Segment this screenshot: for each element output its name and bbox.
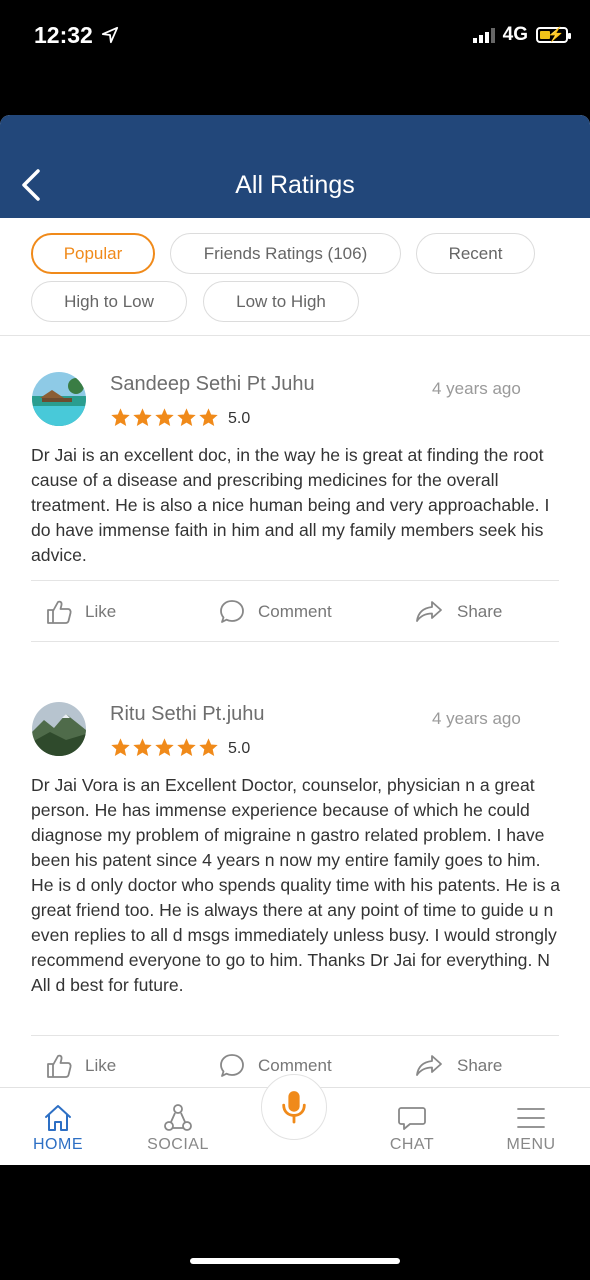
like-label: Like bbox=[85, 602, 117, 621]
nav-home-label: HOME bbox=[33, 1136, 83, 1153]
thumbs-up-icon bbox=[47, 1054, 72, 1078]
filter-chip-high-to-low[interactable]: High to Low bbox=[31, 281, 187, 322]
star-icon bbox=[177, 738, 196, 756]
filter-chips: Popular Friends Ratings (106) Recent Hig… bbox=[0, 218, 590, 336]
nav-home[interactable]: HOME bbox=[13, 1102, 103, 1154]
star-icon bbox=[133, 408, 152, 426]
network-type: 4G bbox=[502, 24, 528, 45]
reviewer-name[interactable]: Ritu Sethi Pt.juhu bbox=[110, 703, 265, 726]
star-icon bbox=[111, 408, 130, 426]
battery-charging-icon: ⚡ bbox=[536, 26, 571, 43]
divider bbox=[31, 1035, 559, 1036]
share-label: Share bbox=[457, 1056, 503, 1075]
avatar[interactable] bbox=[32, 702, 86, 756]
star-rating bbox=[110, 737, 219, 758]
comment-button[interactable]: Comment bbox=[218, 598, 332, 626]
comment-button[interactable]: Comment bbox=[218, 1052, 332, 1080]
share-icon bbox=[416, 1055, 442, 1076]
app-screen: All Ratings Popular Friends Ratings (106… bbox=[0, 115, 590, 1165]
chat-icon bbox=[398, 1107, 426, 1130]
home-indicator[interactable] bbox=[190, 1258, 400, 1264]
share-label: Share bbox=[457, 602, 503, 621]
rating-value: 5.0 bbox=[228, 410, 251, 427]
filter-chip-popular[interactable]: Popular bbox=[31, 233, 155, 274]
review-time: 4 years ago bbox=[432, 709, 521, 728]
status-bar: 12:32 4G ⚡ bbox=[0, 0, 590, 115]
filter-chip-recent[interactable]: Recent bbox=[416, 233, 535, 274]
divider bbox=[31, 641, 559, 642]
comment-icon bbox=[220, 600, 244, 623]
nav-social-label: SOCIAL bbox=[147, 1136, 209, 1153]
star-icon bbox=[199, 738, 218, 756]
reviewer-name[interactable]: Sandeep Sethi Pt Juhu bbox=[110, 373, 315, 396]
social-icon bbox=[164, 1104, 192, 1131]
thumbs-up-icon bbox=[47, 600, 72, 624]
review-text: Dr Jai Vora is an Excellent Doctor, coun… bbox=[31, 775, 561, 995]
comment-label: Comment bbox=[258, 602, 332, 621]
app-header: All Ratings bbox=[0, 115, 590, 218]
voice-search-button[interactable] bbox=[261, 1074, 327, 1140]
comment-label: Comment bbox=[258, 1056, 332, 1075]
star-rating bbox=[110, 407, 219, 428]
like-button[interactable]: Like bbox=[45, 1052, 116, 1080]
bottom-nav: HOME SOCIAL CHAT MENU bbox=[0, 1074, 590, 1165]
microphone-icon bbox=[282, 1091, 306, 1124]
filter-chip-low-to-high[interactable]: Low to High bbox=[203, 281, 359, 322]
nav-menu[interactable]: MENU bbox=[486, 1102, 576, 1154]
divider bbox=[31, 580, 559, 581]
review-card: Ritu Sethi Pt.juhu 4 years ago 5.0 Dr Ja… bbox=[0, 666, 590, 1096]
rating-value: 5.0 bbox=[228, 740, 251, 757]
status-time: 12:32 bbox=[34, 22, 93, 48]
menu-icon bbox=[517, 1108, 545, 1128]
nav-menu-label: MENU bbox=[506, 1136, 556, 1153]
star-icon bbox=[133, 738, 152, 756]
star-icon bbox=[199, 408, 218, 426]
review-time: 4 years ago bbox=[432, 379, 521, 398]
avatar[interactable] bbox=[32, 372, 86, 426]
like-label: Like bbox=[85, 1056, 117, 1075]
signal-icon bbox=[472, 27, 495, 43]
review-card: Sandeep Sethi Pt Juhu 4 years ago 5.0 Dr… bbox=[0, 336, 590, 656]
page-title: All Ratings bbox=[235, 171, 355, 199]
share-icon bbox=[416, 601, 442, 622]
comment-icon bbox=[220, 1054, 244, 1077]
star-icon bbox=[155, 738, 174, 756]
nav-social[interactable]: SOCIAL bbox=[133, 1102, 223, 1154]
share-button[interactable]: Share bbox=[413, 598, 502, 626]
star-icon bbox=[155, 408, 174, 426]
star-icon bbox=[177, 408, 196, 426]
filter-chip-friends-ratings[interactable]: Friends Ratings (106) bbox=[170, 233, 401, 274]
location-arrow-icon bbox=[101, 26, 119, 44]
nav-chat-label: CHAT bbox=[389, 1136, 435, 1153]
share-button[interactable]: Share bbox=[413, 1052, 502, 1080]
review-text: Dr Jai is an excellent doc, in the way h… bbox=[31, 445, 550, 565]
star-icon bbox=[111, 738, 130, 756]
nav-chat[interactable]: CHAT bbox=[367, 1102, 457, 1154]
home-icon bbox=[45, 1105, 71, 1131]
like-button[interactable]: Like bbox=[45, 598, 116, 626]
